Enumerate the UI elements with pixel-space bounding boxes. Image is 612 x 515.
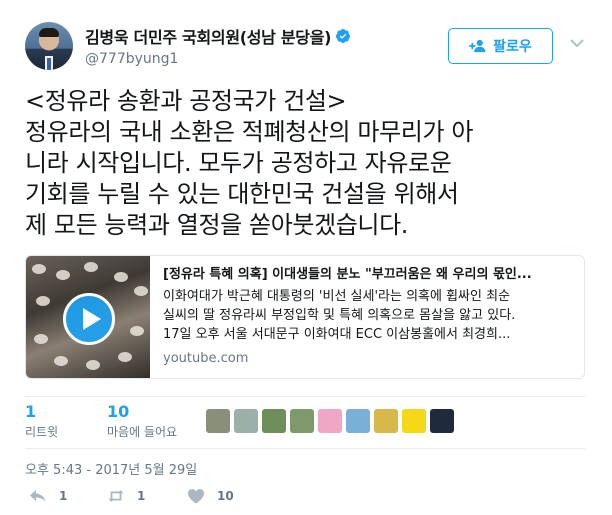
thumbnail-detail (56, 270, 70, 280)
card-description: 이화여대가 박근혜 대통령의 '비선 실세'라는 의혹에 휩싸인 최순 실씨의 … (163, 287, 575, 344)
tweet-text-line: 기회를 누릴 수 있는 대한민국 건설을 위해서 (25, 180, 459, 208)
like-label[interactable]: 마음에 들어요 (107, 423, 177, 440)
thumbnail-detail (130, 326, 144, 336)
liker-avatar-9[interactable] (430, 409, 454, 433)
retweet-icon (108, 490, 124, 502)
liker-avatar-6[interactable] (346, 409, 370, 433)
follow-button[interactable]: 팔로우 (448, 28, 553, 64)
tweet-text-line: 정유라의 국내 소환은 적폐청산의 마무리가 아 (25, 118, 474, 146)
card-description-line: 17일 오후 서울 서대문구 이화여대 ECC 이삼봉홀에서 최경희... (163, 327, 511, 342)
retweet-stat[interactable]: 1 리트윗 (25, 403, 58, 440)
video-thumbnail[interactable] (26, 256, 150, 378)
author-avatar[interactable] (25, 22, 73, 70)
liker-avatar-4[interactable] (290, 409, 314, 433)
avatar-tie (47, 58, 51, 70)
divider (25, 396, 585, 397)
tweet-text: <정유라 송환과 공정국가 건설> 정유라의 국내 소환은 적폐청산의 마무리가… (25, 86, 585, 241)
retweet-button[interactable]: 1 (107, 488, 145, 504)
card-domain: youtube.com (163, 351, 249, 366)
card-description-line: 이화여대가 박근혜 대통령의 '비선 실세'라는 의혹에 휩싸인 최순 (163, 289, 511, 304)
divider (25, 448, 585, 449)
thumbnail-detail (54, 356, 68, 366)
author-display-name-text[interactable]: 김병욱 더민주 국회의원(성남 분당을) (85, 24, 331, 48)
thumbnail-detail (84, 262, 98, 272)
reply-count: 1 (59, 489, 68, 503)
thumbnail-detail (134, 286, 148, 296)
retweet-action-count: 1 (137, 489, 146, 503)
liker-avatars (206, 409, 454, 433)
retweet-label[interactable]: 리트윗 (25, 423, 58, 440)
tweet-text-line: 니라 시작입니다. 모두가 공정하고 자유로운 (25, 149, 452, 177)
follow-button-label[interactable]: 팔로우 (493, 36, 532, 56)
author-display-name[interactable]: 김병욱 더민주 국회의원(성남 분당을) (85, 24, 351, 48)
author-handle[interactable]: @777byung1 (85, 51, 351, 67)
liker-avatar-7[interactable] (374, 409, 398, 433)
tweet-text-line: <정유라 송환과 공정국가 건설> (25, 87, 347, 115)
verified-badge-icon (336, 29, 351, 43)
like-button[interactable]: 10 (187, 488, 234, 504)
thumbnail-detail (86, 360, 100, 370)
liker-avatar-3[interactable] (262, 409, 286, 433)
avatar-hair (39, 28, 59, 37)
card-description-line: 실씨의 딸 정유라씨 부정입학 및 특혜 의혹으로 몸살을 앓고 있다. (163, 308, 516, 323)
like-stat[interactable]: 10 마음에 들어요 (107, 403, 177, 440)
card-body[interactable]: [정유라 특혜 의혹] 이대생들의 분노 "부끄러움은 왜 우리의 몫인... … (163, 266, 575, 367)
tweet-header: 김병욱 더민주 국회의원(성남 분당을) @777byung1 팔로우 (25, 18, 595, 70)
add-user-icon (469, 39, 486, 53)
liker-avatar-2[interactable] (234, 409, 258, 433)
play-icon (82, 308, 101, 330)
liker-avatar-5[interactable] (318, 409, 342, 433)
play-button[interactable] (63, 293, 115, 345)
thumbnail-detail (32, 264, 46, 274)
chevron-down-icon[interactable] (570, 38, 584, 48)
card-title[interactable]: [정유라 특혜 의혹] 이대생들의 분노 "부끄러움은 왜 우리의 몫인... (163, 266, 575, 284)
like-count[interactable]: 10 (107, 403, 177, 421)
thumbnail-detail (118, 352, 132, 362)
heart-icon (188, 489, 204, 504)
reply-icon (30, 490, 46, 502)
retweet-count[interactable]: 1 (25, 403, 58, 421)
thumbnail-detail (36, 296, 50, 306)
link-preview-card[interactable]: [정유라 특혜 의혹] 이대생들의 분노 "부끄러움은 왜 우리의 몫인... … (25, 255, 585, 379)
tweet-timestamp[interactable]: 오후 5:43 - 2017년 5월 29일 (25, 459, 197, 478)
tweet-text-line: 제 모든 능력과 열정을 쏟아붓겠습니다. (25, 211, 409, 239)
liker-avatar-1[interactable] (206, 409, 230, 433)
thumbnail-detail (114, 272, 128, 282)
like-action-count: 10 (217, 489, 234, 503)
reply-button[interactable]: 1 (29, 488, 67, 504)
liker-avatar-8[interactable] (402, 409, 426, 433)
author-name-block[interactable]: 김병욱 더민주 국회의원(성남 분당을) @777byung1 (85, 24, 351, 67)
thumbnail-detail (34, 334, 48, 344)
